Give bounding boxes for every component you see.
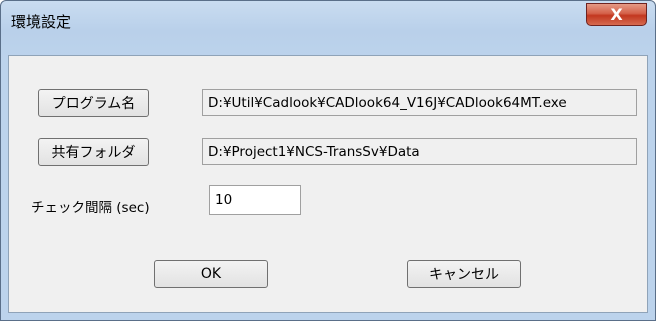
close-button[interactable]: X (586, 3, 647, 26)
shared-folder-path-field[interactable]: D:¥Project1¥NCS-TransSv¥Data (202, 138, 637, 165)
program-path-field[interactable]: D:¥Util¥Cadlook¥CADlook64_V16J¥CADlook64… (202, 89, 637, 116)
interval-input[interactable]: 10 (209, 185, 301, 215)
settings-dialog: 環境設定 X プログラム名 D:¥Util¥Cadlook¥CADlook64_… (0, 0, 656, 321)
ok-button[interactable]: OK (154, 260, 268, 288)
dialog-title: 環境設定 (11, 13, 72, 31)
interval-label: チェック間隔 (sec) (31, 200, 150, 216)
close-icon: X (610, 5, 623, 24)
dialog-body: プログラム名 D:¥Util¥Cadlook¥CADlook64_V16J¥CA… (8, 55, 648, 313)
shared-folder-button[interactable]: 共有フォルダ (38, 138, 149, 166)
program-name-button[interactable]: プログラム名 (38, 89, 149, 117)
title-bar[interactable]: 環境設定 X (1, 1, 655, 41)
cancel-button[interactable]: キャンセル (407, 260, 521, 288)
